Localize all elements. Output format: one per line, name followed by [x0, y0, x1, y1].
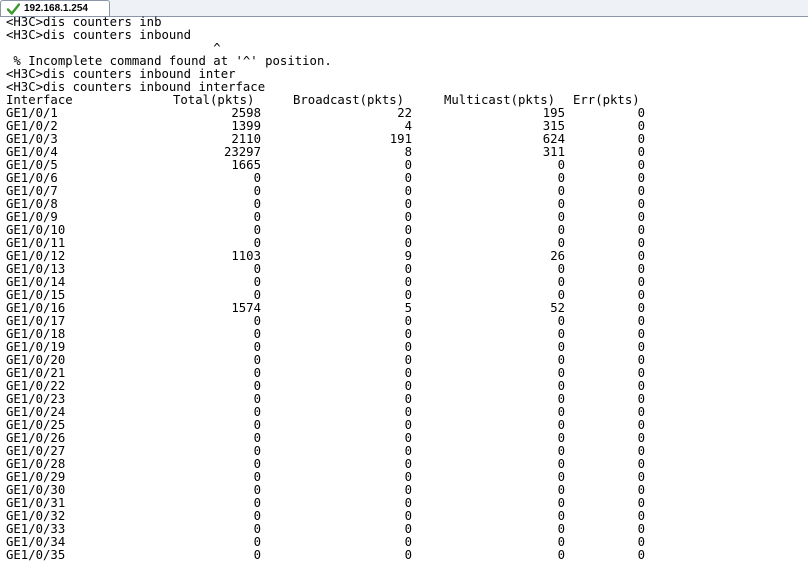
session-tab[interactable]: 192.168.1.254	[0, 0, 110, 16]
counters-table: GE1/0/1 2598 22 195 0 GE1/0/2 1399 4 315 0 GE1/0/3…	[6, 107, 804, 562]
header-multicast: Multicast(pkts)	[444, 93, 556, 107]
header-broadcast: Broadcast(pkts)	[293, 93, 405, 107]
header-err: Err(pkts)	[573, 93, 640, 107]
session-tab-title: 192.168.1.254	[24, 3, 88, 14]
broadcast-cell: 0	[404, 548, 412, 562]
interface-cell: GE1/0/35	[6, 548, 66, 562]
err-cell: 0	[637, 548, 645, 562]
total-cell: 0	[253, 548, 261, 562]
table-row: GE1/0/35 0 0 0 0	[6, 549, 804, 562]
terminal-output[interactable]: <H3C>dis counters inb <H3C>dis counters …	[6, 16, 804, 562]
multicast-cell: 0	[557, 548, 565, 562]
check-icon	[7, 2, 20, 15]
terminal-line: <H3C>dis counters inbound interface	[6, 80, 266, 94]
